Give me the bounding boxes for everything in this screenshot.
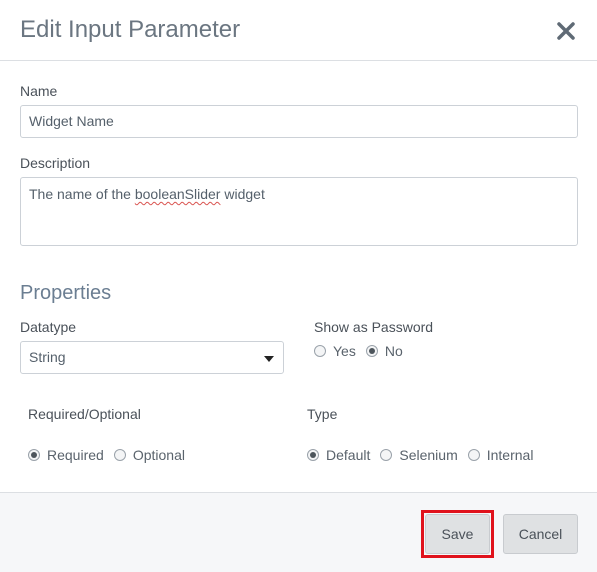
radio-selected-icon: [365, 345, 378, 357]
radio-selected-icon: [28, 449, 40, 461]
type-selenium-label: Selenium: [399, 447, 458, 463]
type-internal-radio[interactable]: Internal: [467, 447, 534, 463]
name-label: Name: [20, 83, 58, 99]
password-radio-group: Yes No: [314, 343, 413, 359]
required-radio-group: Required Optional: [28, 447, 195, 463]
radio-selected-icon: [307, 449, 319, 461]
radio-icon: [113, 449, 126, 461]
optional-radio[interactable]: Optional: [113, 447, 185, 463]
radio-icon: [467, 449, 480, 461]
required-radio[interactable]: Required: [28, 447, 104, 463]
description-text-suffix: widget: [220, 186, 265, 202]
description-label: Description: [20, 155, 91, 171]
type-radio-group: Default Selenium Internal: [307, 447, 543, 463]
radio-icon: [314, 345, 326, 357]
type-label: Type: [307, 406, 338, 422]
type-internal-label: Internal: [486, 447, 534, 463]
dialog-title: Edit Input Parameter: [20, 16, 241, 43]
datatype-label: Datatype: [20, 319, 77, 335]
properties-heading: Properties: [20, 282, 112, 304]
optional-label: Optional: [132, 447, 185, 463]
close-icon[interactable]: [553, 18, 579, 44]
show-as-password-label: Show as Password: [314, 319, 434, 335]
required-optional-label: Required/Optional: [28, 406, 141, 422]
description-text-prefix: The name of the: [29, 186, 135, 202]
password-no-radio[interactable]: No: [365, 343, 403, 359]
chevron-down-icon: [264, 356, 274, 362]
type-default-label: Default: [326, 447, 371, 463]
description-textarea[interactable]: The name of the booleanSlider widget: [20, 177, 578, 246]
edit-input-parameter-dialog: Edit Input Parameter Name Widget Name De…: [0, 0, 597, 572]
password-no-label: No: [384, 343, 403, 359]
description-misspelled-word: booleanSlider: [134, 186, 221, 202]
password-yes-label: Yes: [333, 343, 356, 359]
dialog-footer: Save Cancel: [0, 492, 597, 572]
type-selenium-radio[interactable]: Selenium: [380, 447, 458, 463]
datatype-selected-value: String: [29, 349, 66, 365]
cancel-button[interactable]: Cancel: [503, 514, 578, 554]
password-yes-radio[interactable]: Yes: [314, 343, 356, 359]
required-label: Required: [47, 447, 104, 463]
save-button[interactable]: Save: [425, 514, 490, 554]
datatype-select[interactable]: String: [20, 341, 284, 374]
type-default-radio[interactable]: Default: [307, 447, 370, 463]
radio-icon: [380, 449, 393, 461]
name-input[interactable]: Widget Name: [20, 105, 578, 138]
dialog-header: Edit Input Parameter: [0, 0, 597, 61]
